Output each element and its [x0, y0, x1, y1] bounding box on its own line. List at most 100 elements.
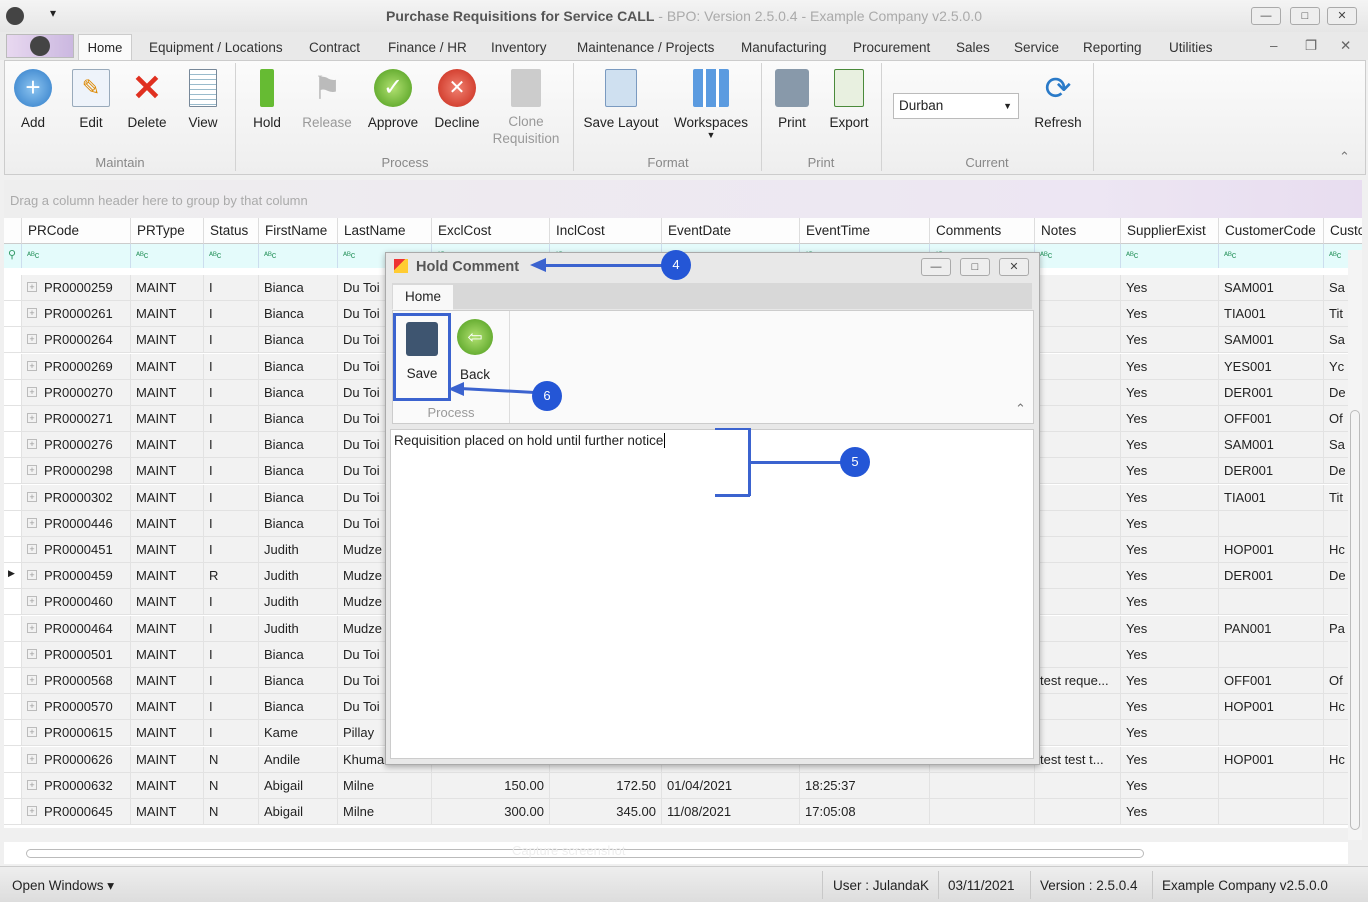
cell-prtype[interactable]: MAINT — [131, 510, 204, 537]
expand-row-icon[interactable]: + — [27, 648, 37, 659]
cell-customercode[interactable]: DER001 — [1219, 458, 1324, 485]
cell-prtype[interactable]: MAINT — [131, 641, 204, 668]
cell-eventtime[interactable]: 18:25:37 — [800, 772, 930, 799]
cell-status[interactable]: I — [204, 406, 259, 432]
cell-customercode[interactable]: SAM001 — [1219, 275, 1324, 301]
cell-supplierexist[interactable]: Yes — [1121, 668, 1219, 694]
tab-inventory[interactable]: Inventory — [491, 40, 547, 55]
row-indicator[interactable] — [4, 537, 22, 563]
cell-firstname[interactable]: Kame — [259, 720, 338, 747]
cell-prcode[interactable]: PR0000446 — [22, 510, 131, 537]
row-indicator[interactable] — [4, 379, 22, 406]
cell-customercode[interactable] — [1219, 799, 1324, 825]
minimize-button[interactable]: — — [1251, 7, 1281, 25]
cell-supplierexist[interactable]: Yes — [1121, 406, 1219, 432]
cell-firstname[interactable]: Bianca — [259, 432, 338, 459]
cell-status[interactable]: I — [204, 327, 259, 354]
filter-cell-notes[interactable]: ᴬᴮc — [1035, 244, 1121, 268]
expand-row-icon[interactable]: + — [27, 675, 37, 685]
filter-cell-customercode[interactable]: ᴬᴮc — [1219, 244, 1324, 268]
mdi-minimize-button[interactable]: – — [1270, 38, 1278, 53]
cell-prtype[interactable]: MAINT — [131, 275, 204, 301]
cell-customercode[interactable]: YES001 — [1219, 353, 1324, 380]
cell-customercode[interactable]: TIA001 — [1219, 301, 1324, 328]
expand-row-icon[interactable]: + — [27, 413, 37, 423]
vertical-scroll-thumb[interactable] — [1350, 410, 1360, 830]
cell-eventdate[interactable]: 01/04/2021 — [662, 772, 800, 799]
cell-prcode[interactable]: PR0000264 — [22, 327, 131, 354]
expand-row-icon[interactable]: + — [27, 282, 37, 292]
cell-prtype[interactable]: MAINT — [131, 720, 204, 747]
cell-notes[interactable] — [1035, 537, 1121, 563]
cell-customercode[interactable] — [1219, 641, 1324, 668]
cell-supplierexist[interactable]: Yes — [1121, 275, 1219, 301]
column-header-exclcost[interactable]: ExclCost — [432, 218, 550, 244]
tab-sales[interactable]: Sales — [956, 40, 990, 55]
cell-prtype[interactable]: MAINT — [131, 615, 204, 642]
cell-exclcost[interactable]: 300.00 — [432, 799, 550, 825]
cell-prcode[interactable]: PR0000459 — [22, 563, 131, 590]
cell-notes[interactable]: test test t... — [1035, 746, 1121, 773]
cell-supplierexist[interactable]: Yes — [1121, 641, 1219, 668]
cell-status[interactable]: I — [204, 458, 259, 485]
cell-firstname[interactable]: Bianca — [259, 458, 338, 485]
cell-notes[interactable]: test reque... — [1035, 668, 1121, 694]
dialog-back-button[interactable]: ⇦ Back — [455, 319, 495, 382]
row-indicator[interactable] — [4, 799, 22, 825]
cell-customercode[interactable]: HOP001 — [1219, 537, 1324, 563]
filter-cell-status[interactable]: ᴬᴮc — [204, 244, 259, 268]
collapse-ribbon-icon[interactable]: ⌃ — [1015, 401, 1026, 417]
cell-prcode[interactable]: PR0000271 — [22, 406, 131, 432]
tab-manufacturing[interactable]: Manufacturing — [741, 40, 827, 55]
cell-status[interactable]: I — [204, 641, 259, 668]
cell-prtype[interactable]: MAINT — [131, 379, 204, 406]
expand-row-icon[interactable]: + — [27, 779, 37, 790]
cell-firstname[interactable]: Judith — [259, 589, 338, 616]
row-indicator[interactable] — [4, 694, 22, 721]
cell-notes[interactable] — [1035, 301, 1121, 328]
row-indicator[interactable] — [4, 746, 22, 773]
cell-prcode[interactable]: PR0000464 — [22, 615, 131, 642]
cell-prcode[interactable]: PR0000570 — [22, 694, 131, 721]
cell-firstname[interactable]: Bianca — [259, 379, 338, 406]
cell-firstname[interactable]: Judith — [259, 537, 338, 563]
cell-supplierexist[interactable]: Yes — [1121, 327, 1219, 354]
cell-customercode[interactable]: SAM001 — [1219, 327, 1324, 354]
cell-status[interactable]: N — [204, 772, 259, 799]
cell-supplierexist[interactable]: Yes — [1121, 694, 1219, 721]
cell-status[interactable]: I — [204, 301, 259, 328]
column-header-supplierexist[interactable]: SupplierExist — [1121, 218, 1219, 244]
cell-customercode[interactable]: DER001 — [1219, 563, 1324, 590]
cell-status[interactable]: I — [204, 379, 259, 406]
row-indicator[interactable] — [4, 458, 22, 485]
workspaces-button[interactable]: Workspaces ▼ — [671, 69, 751, 140]
cell-supplierexist[interactable]: Yes — [1121, 510, 1219, 537]
cell-prtype[interactable]: MAINT — [131, 799, 204, 825]
filter-cell-firstname[interactable]: ᴬᴮc — [259, 244, 338, 268]
tab-service[interactable]: Service — [1014, 40, 1059, 55]
cell-prtype[interactable]: MAINT — [131, 589, 204, 616]
expand-row-icon[interactable]: + — [27, 386, 37, 397]
cell-prtype[interactable]: MAINT — [131, 458, 204, 485]
cell-eventdate[interactable]: 11/08/2021 — [662, 799, 800, 825]
cell-exclcost[interactable]: 150.00 — [432, 772, 550, 799]
row-indicator[interactable] — [4, 589, 22, 616]
dialog-save-button[interactable]: Save — [393, 313, 451, 401]
cell-customercode[interactable]: DER001 — [1219, 379, 1324, 406]
row-indicator[interactable] — [4, 406, 22, 432]
cell-prcode[interactable]: PR0000261 — [22, 301, 131, 328]
expand-row-icon[interactable]: + — [27, 622, 37, 633]
cell-firstname[interactable]: Abigail — [259, 799, 338, 825]
cell-customercode[interactable] — [1219, 772, 1324, 799]
expand-row-icon[interactable]: + — [27, 360, 37, 371]
tab-home[interactable]: Home — [78, 34, 132, 62]
approve-button[interactable]: ✓ Approve — [365, 69, 421, 130]
cell-prcode[interactable]: PR0000626 — [22, 746, 131, 773]
cell-status[interactable]: I — [204, 589, 259, 616]
open-windows-menu[interactable]: Open Windows ▾ — [12, 878, 114, 894]
cell-supplierexist[interactable]: Yes — [1121, 746, 1219, 773]
column-header-lastname[interactable]: LastName — [338, 218, 432, 244]
cell-notes[interactable] — [1035, 510, 1121, 537]
expand-row-icon[interactable]: + — [27, 701, 37, 712]
cell-supplierexist[interactable]: Yes — [1121, 615, 1219, 642]
